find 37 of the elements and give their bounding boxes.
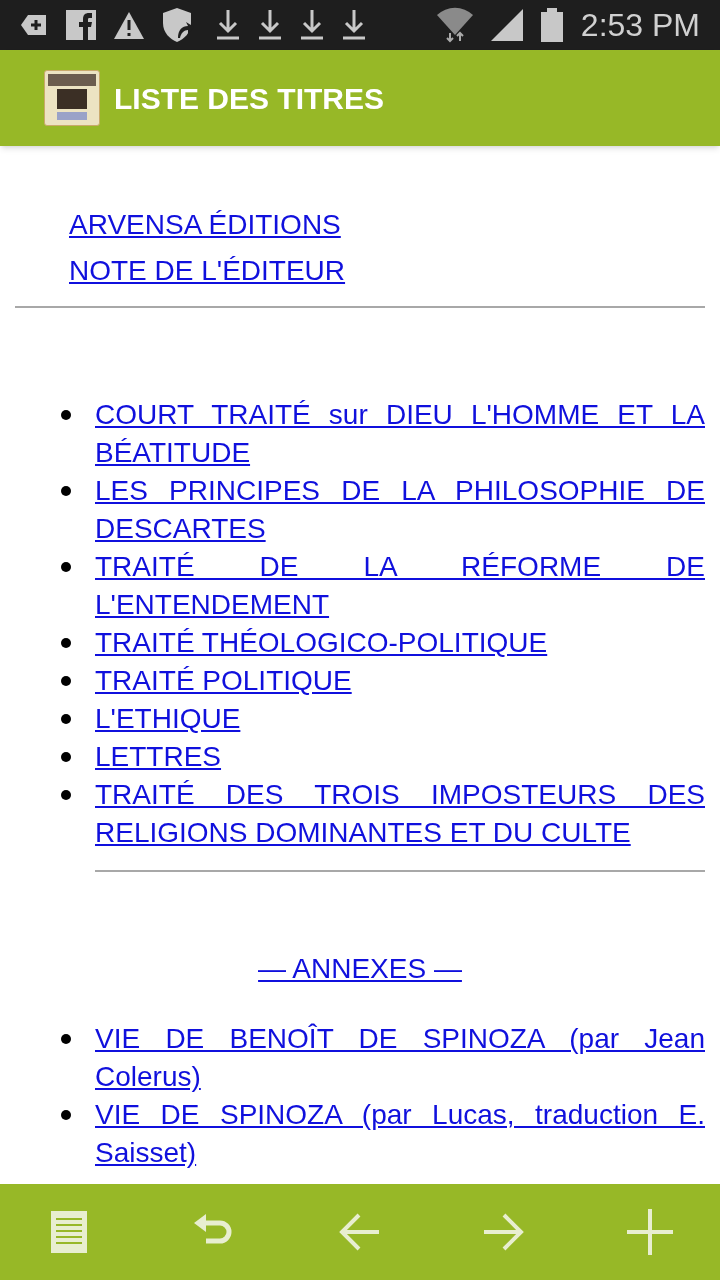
battery-icon [540,8,563,42]
title-link[interactable]: TRAITÉ DE LA RÉFORME DE L'ENTENDEMENT [95,548,705,624]
notification-icon [20,13,48,37]
title-link[interactable]: TRAITÉ THÉOLOGICO-POLITIQUE [95,624,705,662]
bullet-icon [61,486,71,496]
bullet-icon [61,1034,71,1044]
annexes-link[interactable]: — ANNEXES — [258,950,462,988]
link[interactable]: ARVENSA ÉDITIONS [69,206,341,244]
bullet-icon [61,790,71,800]
download-icon [216,10,240,40]
bullet-icon [61,1110,71,1120]
title-link[interactable]: VIE DE SPINOZA (par Lucas, traduction E. Saisset) [95,1096,705,1172]
bullet-icon [61,562,71,572]
title-link[interactable]: TRAITÉ POLITIQUE [95,662,705,700]
signal-icon [490,9,523,41]
title-link[interactable]: TRAITÉ DES TROIS IMPOSTEURS DES RELIGIONS DOMINANTES ET DU CULTE [95,776,705,852]
status-time: 2:53 PM [580,6,700,45]
title-link[interactable]: LETTRES [95,738,705,776]
bullet-icon [61,676,71,686]
app-icon [44,70,100,126]
title-link[interactable]: L'ETHIQUE [95,700,705,738]
link[interactable]: NOTE DE L'ÉDITEUR [69,252,346,290]
title-link[interactable]: COURT TRAITÉ sur DIEU L'HOMME ET LA BÉATITUDE [95,396,705,472]
download-icon [342,10,366,40]
bullet-icon [61,714,71,724]
download-icon [258,10,282,40]
download-icon [300,10,324,40]
title-link[interactable]: VIE DE BENOÎT DE SPINOZA (par Jean Colerus) [95,1020,705,1096]
bullet-icon [61,638,71,648]
plus-icon [625,1207,675,1257]
app-title: LISTE DES TITRES [114,80,385,117]
bullet-icon [61,410,71,420]
warning-icon [114,11,144,39]
facebook-icon [66,10,96,40]
title-link[interactable]: LES PRINCIPES DE LA PHILOSOPHIE DE DESCARTES [95,472,705,548]
bullet-icon [61,752,71,762]
wifi-icon [436,7,473,43]
